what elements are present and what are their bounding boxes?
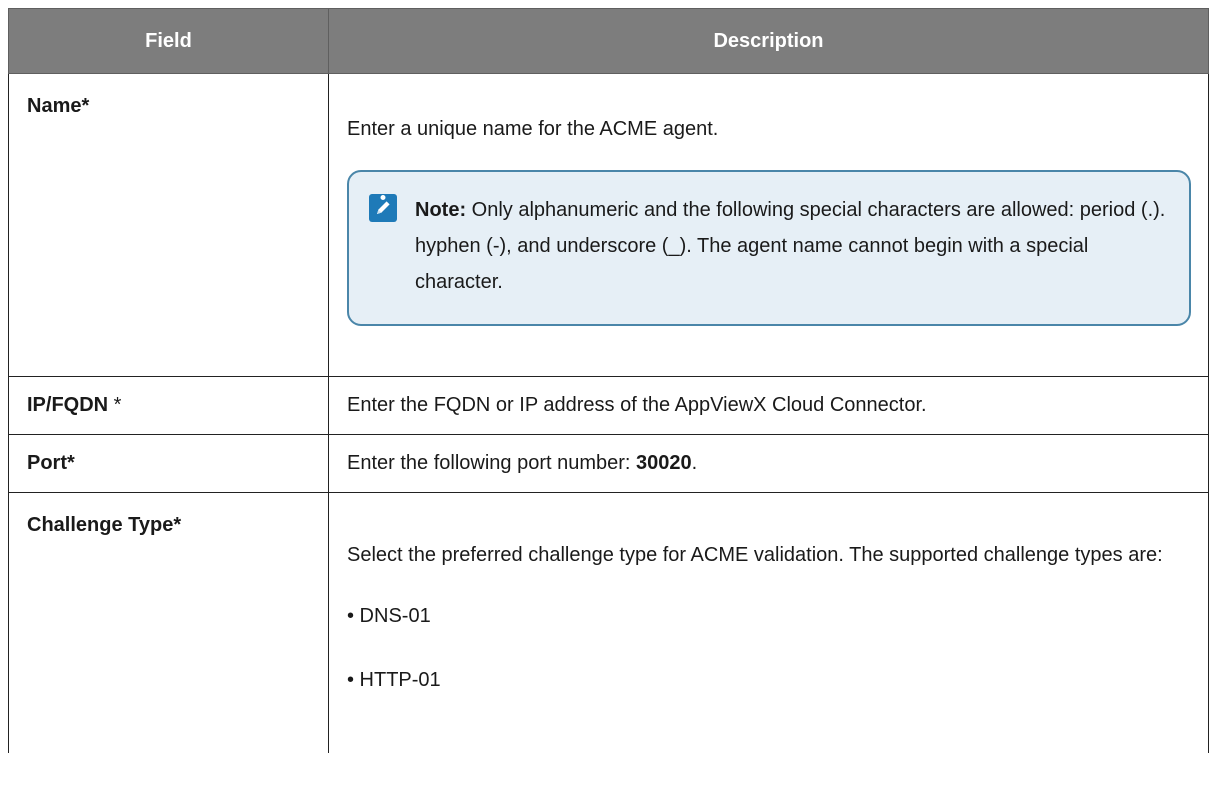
fields-table: Field Description Name* Enter a unique n… bbox=[8, 8, 1209, 753]
pencil-edit-icon bbox=[369, 194, 397, 222]
description-port: Enter the following port number: 30020. bbox=[328, 434, 1209, 493]
header-description: Description bbox=[328, 8, 1209, 74]
list-item-dns: • DNS-01 bbox=[347, 605, 431, 627]
list-item-http: • HTTP-01 bbox=[347, 669, 441, 691]
description-ip: Enter the FQDN or IP address of the AppV… bbox=[328, 376, 1209, 435]
field-ip: IP/FQDN * bbox=[8, 376, 329, 435]
field-port: Port* bbox=[8, 434, 329, 493]
header-field: Field bbox=[8, 8, 329, 74]
port-number: 30020 bbox=[636, 452, 692, 474]
note-text: Only alphanumeric and the following spec… bbox=[415, 199, 1166, 293]
field-name: Name* bbox=[8, 73, 329, 377]
table-row-ip: IP/FQDN * Enter the FQDN or IP address o… bbox=[8, 376, 1209, 435]
field-challenge: Challenge Type* bbox=[8, 492, 329, 753]
table-row-name: Name* Enter a unique name for the ACME a… bbox=[8, 73, 1209, 377]
description-name: Enter a unique name for the ACME agent. … bbox=[328, 73, 1209, 377]
table-header-row: Field Description bbox=[8, 8, 1209, 74]
table-row-port: Port* Enter the following port number: 3… bbox=[8, 434, 1209, 493]
description-port-prefix: Enter the following port number: bbox=[347, 452, 637, 474]
description-name-text: Enter a unique name for the ACME agent. bbox=[347, 118, 719, 140]
description-port-suffix: . bbox=[691, 452, 698, 474]
note-label: Note: bbox=[415, 199, 467, 221]
description-challenge-text: Select the preferred challenge type for … bbox=[347, 544, 1163, 566]
note-box: Note: Only alphanumeric and the followin… bbox=[347, 170, 1191, 326]
table-row-challenge: Challenge Type* Select the preferred cha… bbox=[8, 492, 1209, 753]
field-ip-label: IP/FQDN bbox=[27, 394, 109, 416]
field-ip-suffix: * bbox=[108, 394, 122, 416]
description-challenge: Select the preferred challenge type for … bbox=[328, 492, 1209, 753]
